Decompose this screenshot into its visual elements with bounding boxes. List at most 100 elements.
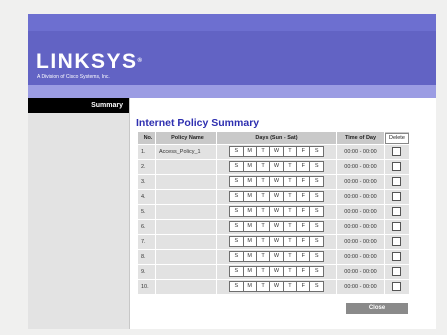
column-header-days: Days (Sun - Sat) — [217, 132, 336, 144]
policy-days: SMTWTFS — [217, 190, 336, 204]
policy-days: SMTWTFS — [217, 280, 336, 294]
day-cell: W — [270, 207, 284, 217]
delete-cell — [385, 280, 409, 294]
day-cell: S — [314, 178, 319, 185]
day-cell: S — [230, 267, 244, 277]
policy-days: SMTWTFS — [217, 160, 336, 174]
table-row: 6. S M T W T F S 00:00 - 00:00 — [138, 220, 409, 234]
policy-name[interactable]: Access_Policy_1 — [156, 145, 216, 159]
column-header-delete: Delete — [385, 132, 409, 144]
policy-number: 9. — [138, 265, 155, 279]
day-cell: S — [314, 148, 319, 155]
day-cell: F — [297, 162, 311, 172]
router-config-window: LINKSYS® A Division of Cisco Systems, In… — [28, 14, 436, 329]
column-header-no: No. — [138, 132, 155, 144]
sidebar-tab-summary[interactable]: Summary — [28, 98, 129, 113]
close-button[interactable]: Close — [346, 303, 408, 314]
day-cell: T — [257, 282, 271, 292]
policy-name[interactable] — [156, 175, 216, 189]
policy-days: SMTWTFS — [217, 145, 336, 159]
delete-cell — [385, 250, 409, 264]
header-banner: LINKSYS® A Division of Cisco Systems, In… — [28, 31, 436, 85]
time-of-day: 00:00 - 00:00 — [337, 250, 384, 264]
days-selector: SMTWTFS — [229, 146, 324, 158]
day-cell: S — [230, 207, 244, 217]
policy-number: 7. — [138, 235, 155, 249]
delete-checkbox[interactable] — [392, 177, 402, 187]
top-bar — [28, 14, 436, 31]
trademark-symbol: ® — [137, 58, 142, 64]
day-cell: T — [257, 147, 271, 157]
delete-checkbox[interactable] — [392, 222, 402, 232]
policy-name[interactable] — [156, 190, 216, 204]
day-cell: T — [284, 207, 298, 217]
policy-number: 8. — [138, 250, 155, 264]
table-row: 1. Access_Policy_1 S M T W T F S 00:00 - 00:00 — [138, 145, 409, 159]
day-cell: T — [284, 252, 298, 262]
policy-name[interactable] — [156, 265, 216, 279]
policy-summary-table: No. Policy Name Days (Sun - Sat) Time of… — [137, 131, 410, 295]
day-cell: S — [230, 177, 244, 187]
delete-checkbox[interactable] — [392, 147, 402, 157]
brand-name: LINKSYS — [36, 50, 138, 73]
days-selector: SMTWTFS — [229, 251, 324, 263]
policy-number: 6. — [138, 220, 155, 234]
day-cell: F — [297, 192, 311, 202]
delete-cell — [385, 145, 409, 159]
delete-cell — [385, 160, 409, 174]
policy-name[interactable] — [156, 235, 216, 249]
delete-cell — [385, 205, 409, 219]
day-cell: T — [284, 282, 298, 292]
delete-checkbox[interactable] — [392, 282, 402, 292]
delete-checkbox[interactable] — [392, 237, 402, 247]
day-cell: F — [297, 207, 311, 217]
day-cell: M — [244, 162, 257, 172]
days-selector: SMTWTFS — [229, 236, 324, 248]
day-cell: S — [230, 237, 244, 247]
delete-checkbox[interactable] — [392, 267, 402, 277]
policy-days: SMTWTFS — [217, 205, 336, 219]
days-selector: SMTWTFS — [229, 221, 324, 233]
day-cell: T — [257, 192, 271, 202]
day-cell: W — [270, 252, 284, 262]
day-cell: S — [314, 208, 319, 215]
delete-checkbox[interactable] — [392, 207, 402, 217]
policy-name[interactable] — [156, 280, 216, 294]
delete-cell — [385, 235, 409, 249]
delete-checkbox[interactable] — [392, 192, 402, 202]
delete-checkbox[interactable] — [392, 162, 402, 172]
day-cell: T — [284, 162, 298, 172]
day-cell: T — [257, 222, 271, 232]
policy-number: 1. — [138, 145, 155, 159]
day-cell: M — [244, 147, 257, 157]
day-cell: S — [230, 147, 244, 157]
day-cell: F — [297, 267, 311, 277]
table-row: 3. S M T W T F S 00:00 - 00:00 — [138, 175, 409, 189]
day-cell: W — [270, 162, 284, 172]
time-of-day: 00:00 - 00:00 — [337, 175, 384, 189]
delete-cell — [385, 220, 409, 234]
days-selector: SMTWTFS — [229, 266, 324, 278]
time-of-day: 00:00 - 00:00 — [337, 235, 384, 249]
policy-days: SMTWTFS — [217, 235, 336, 249]
delete-button[interactable]: Delete — [385, 133, 409, 144]
delete-checkbox[interactable] — [392, 252, 402, 262]
policy-number: 4. — [138, 190, 155, 204]
day-cell: T — [257, 162, 271, 172]
policy-name[interactable] — [156, 160, 216, 174]
policy-rows: 1. Access_Policy_1 S M T W T F S 00:00 - 00:00 2. S… — [138, 145, 409, 294]
day-cell: S — [314, 253, 319, 260]
policy-name[interactable] — [156, 220, 216, 234]
time-of-day: 00:00 - 00:00 — [337, 160, 384, 174]
policy-name[interactable] — [156, 205, 216, 219]
policy-name[interactable] — [156, 250, 216, 264]
day-cell: M — [244, 252, 257, 262]
day-cell: F — [297, 177, 311, 187]
brand-tagline: A Division of Cisco Systems, Inc. — [37, 74, 110, 80]
table-row: 8. S M T W T F S 00:00 - 00:00 — [138, 250, 409, 264]
table-row: 7. S M T W T F S 00:00 - 00:00 — [138, 235, 409, 249]
day-cell: M — [244, 177, 257, 187]
day-cell: S — [314, 283, 319, 290]
day-cell: M — [244, 207, 257, 217]
policy-days: SMTWTFS — [217, 220, 336, 234]
